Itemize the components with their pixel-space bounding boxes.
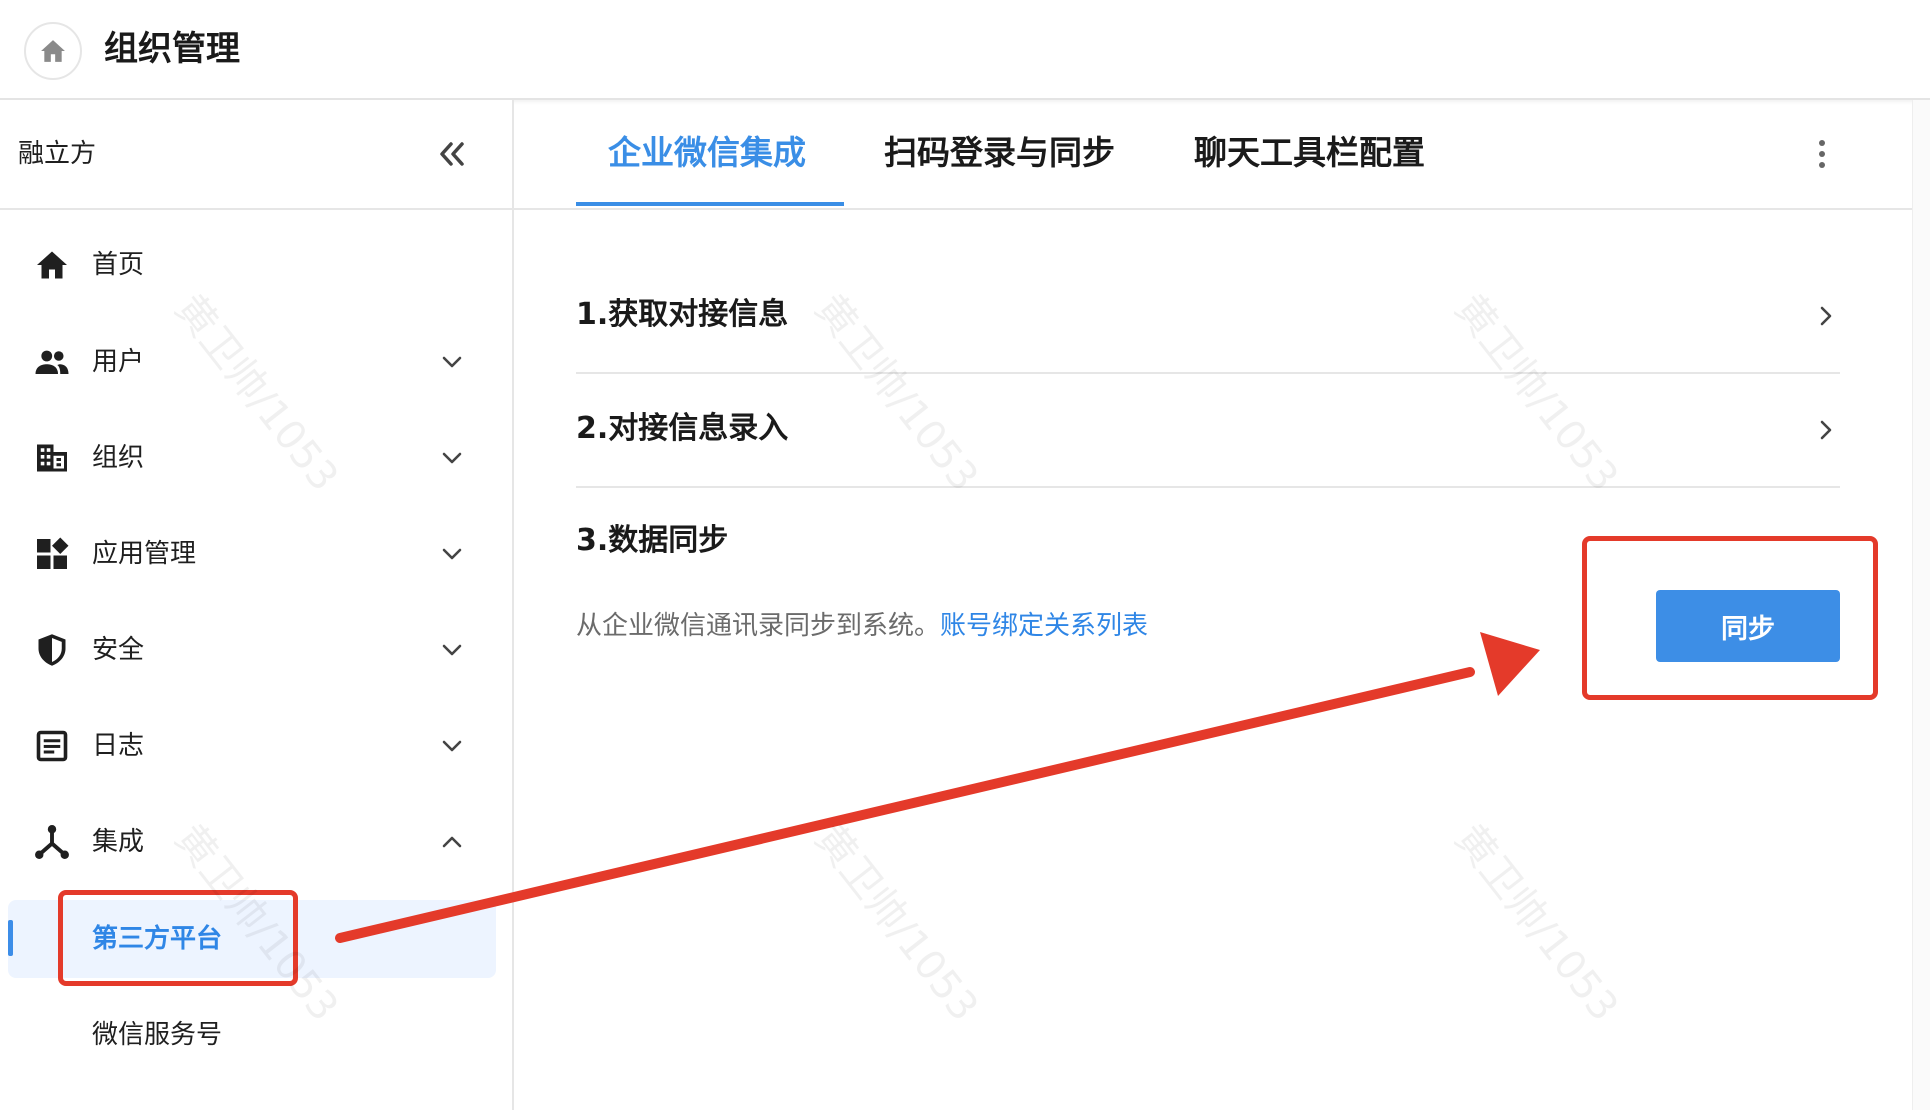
- annotation-arrow: [335, 632, 1540, 943]
- scrollbar-track[interactable]: [1912, 100, 1930, 1110]
